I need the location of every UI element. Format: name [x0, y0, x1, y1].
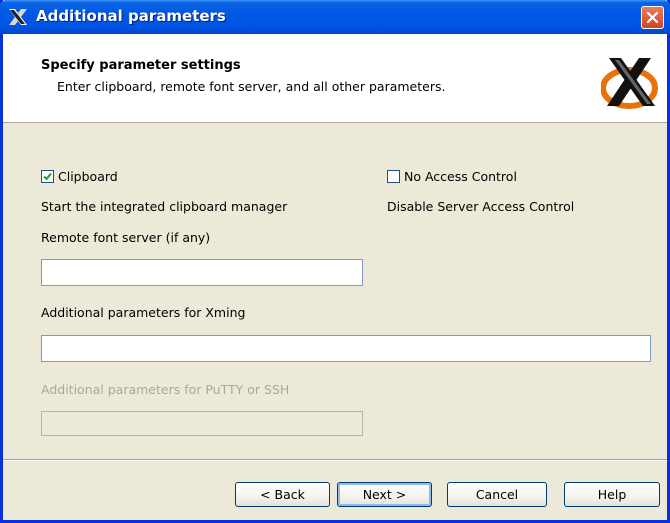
next-button[interactable]: Next > [337, 482, 432, 507]
no-access-control-checkbox-row[interactable]: No Access Control [387, 169, 517, 184]
clipboard-description: Start the integrated clipboard manager [41, 199, 288, 214]
remote-font-server-input[interactable] [41, 259, 363, 286]
putty-params-input [41, 411, 363, 436]
putty-params-label: Additional parameters for PuTTY or SSH [41, 382, 290, 397]
header-title: Specify parameter settings [41, 58, 241, 73]
header-subtitle: Enter clipboard, remote font server, and… [57, 79, 446, 94]
clipboard-label[interactable]: Clipboard [58, 169, 118, 184]
xming-x-icon [9, 9, 27, 25]
remote-font-server-label: Remote font server (if any) [41, 230, 211, 245]
clipboard-checkbox-row[interactable]: Clipboard [41, 169, 118, 184]
title-bar[interactable]: Additional parameters [0, 0, 670, 34]
cancel-button[interactable]: Cancel [447, 482, 547, 507]
xming-params-input[interactable] [41, 335, 651, 362]
clipboard-checkbox[interactable] [41, 170, 54, 183]
button-divider [3, 459, 667, 461]
close-icon [646, 11, 659, 24]
xming-params-label: Additional parameters for Xming [41, 305, 246, 320]
xming-logo-icon [601, 58, 658, 109]
dialog-window: Additional parameters Specify parameter … [0, 0, 670, 523]
back-button[interactable]: < Back [235, 482, 330, 507]
close-button[interactable] [641, 6, 664, 29]
help-button[interactable]: Help [564, 482, 660, 507]
wizard-header: Specify parameter settings Enter clipboa… [3, 34, 667, 123]
no-access-control-checkbox[interactable] [387, 170, 400, 183]
no-access-control-description: Disable Server Access Control [387, 199, 575, 214]
no-access-control-label[interactable]: No Access Control [404, 169, 517, 184]
window-title: Additional parameters [36, 7, 226, 25]
checkmark-icon [43, 172, 52, 181]
